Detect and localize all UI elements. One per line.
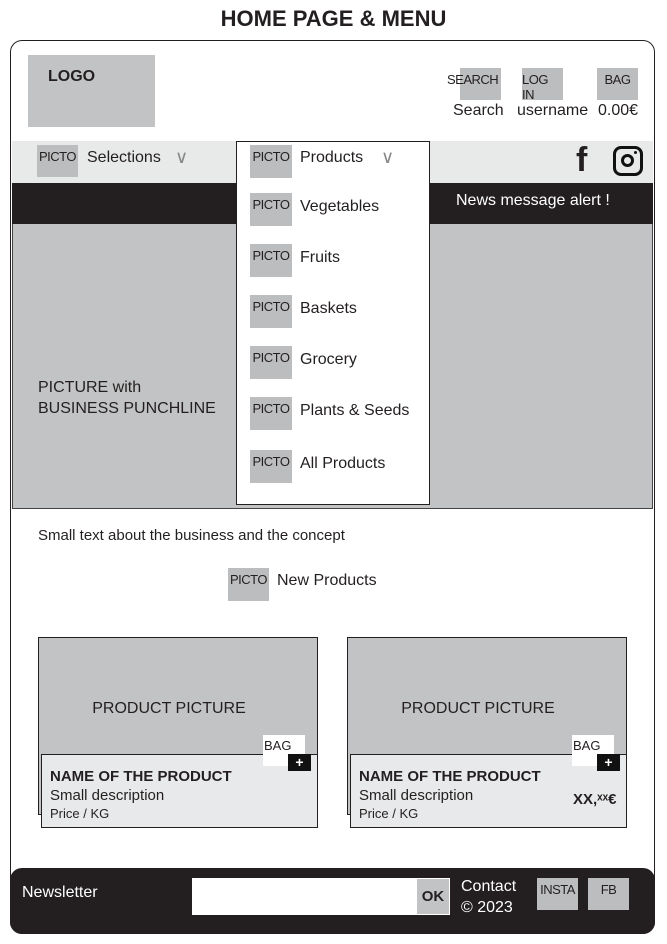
dropdown-item[interactable]: Plants & Seeds: [300, 402, 409, 420]
contact-link[interactable]: Contact: [461, 878, 516, 896]
dropdown-item[interactable]: Grocery: [300, 351, 357, 369]
search-icon[interactable]: SEARCH: [447, 68, 501, 100]
insta-link[interactable]: INSTA: [537, 878, 578, 910]
dropdown-item[interactable]: All Products: [300, 455, 385, 473]
product-unit: Price / KG: [50, 806, 110, 821]
facebook-icon[interactable]: f: [576, 141, 587, 180]
page-title: HOME PAGE & MENU: [220, 6, 447, 31]
product-name[interactable]: NAME OF THE PRODUCT: [50, 768, 232, 785]
login-icon[interactable]: LOG IN: [522, 68, 563, 102]
dropdown-item[interactable]: Fruits: [300, 249, 340, 267]
instagram-icon[interactable]: [613, 146, 643, 176]
new-products-picto: PICTO: [228, 568, 269, 601]
dropdown-item-picto: PICTO: [250, 193, 292, 226]
dropdown-item[interactable]: Vegetables: [300, 198, 379, 216]
newsletter-ok-button[interactable]: OK: [416, 878, 450, 915]
dropdown-item-picto: PICTO: [250, 244, 292, 277]
product-description: Small description: [50, 787, 165, 804]
nav-selections[interactable]: Selections: [87, 149, 161, 167]
logo[interactable]: LOGO: [28, 55, 155, 127]
selections-picto: PICTO: [37, 145, 78, 177]
dropdown-item[interactable]: Baskets: [300, 300, 357, 318]
hero-line1: PICTURE with: [38, 379, 142, 396]
nav-products[interactable]: Products: [300, 149, 363, 167]
dropdown-item-picto: PICTO: [250, 295, 292, 328]
product-picture-label: PRODUCT PICTURE: [92, 700, 246, 717]
fb-link[interactable]: FB: [588, 878, 629, 910]
chevron-down-icon[interactable]: ∨: [175, 147, 188, 168]
plus-icon[interactable]: +: [288, 754, 311, 771]
products-picto: PICTO: [250, 145, 292, 178]
bag-icon-text: BAG: [604, 72, 631, 87]
bag-total: 0.00€: [598, 102, 639, 119]
product-name[interactable]: NAME OF THE PRODUCT: [359, 768, 541, 785]
newsletter-label: Newsletter: [22, 884, 98, 901]
news-message[interactable]: News message alert !: [456, 192, 610, 210]
logo-text: LOGO: [48, 68, 96, 85]
newsletter-input[interactable]: [192, 878, 416, 915]
product-picture-label: PRODUCT PICTURE: [401, 700, 555, 717]
login-username[interactable]: username: [517, 102, 588, 120]
product-price: XX,ˣˣ€: [573, 791, 617, 808]
dropdown-item-picto: PICTO: [250, 450, 292, 483]
intro-text: Small text about the business and the co…: [38, 527, 345, 544]
hero-line2: BUSINESS PUNCHLINE: [38, 400, 216, 417]
bag-icon[interactable]: BAG: [597, 68, 638, 100]
product-description: Small description: [359, 787, 474, 804]
new-products-heading[interactable]: New Products: [277, 572, 377, 590]
search-icon-text: SEARCH: [447, 72, 499, 87]
dropdown-item-picto: PICTO: [250, 397, 292, 430]
product-unit: Price / KG: [359, 806, 419, 821]
login-icon-text: LOG IN: [522, 72, 548, 102]
dropdown-item-picto: PICTO: [250, 346, 292, 379]
copyright: © 2023: [461, 899, 513, 916]
plus-icon[interactable]: +: [597, 754, 620, 771]
chevron-down-icon[interactable]: ∨: [381, 147, 394, 168]
search-label[interactable]: Search: [453, 102, 504, 120]
